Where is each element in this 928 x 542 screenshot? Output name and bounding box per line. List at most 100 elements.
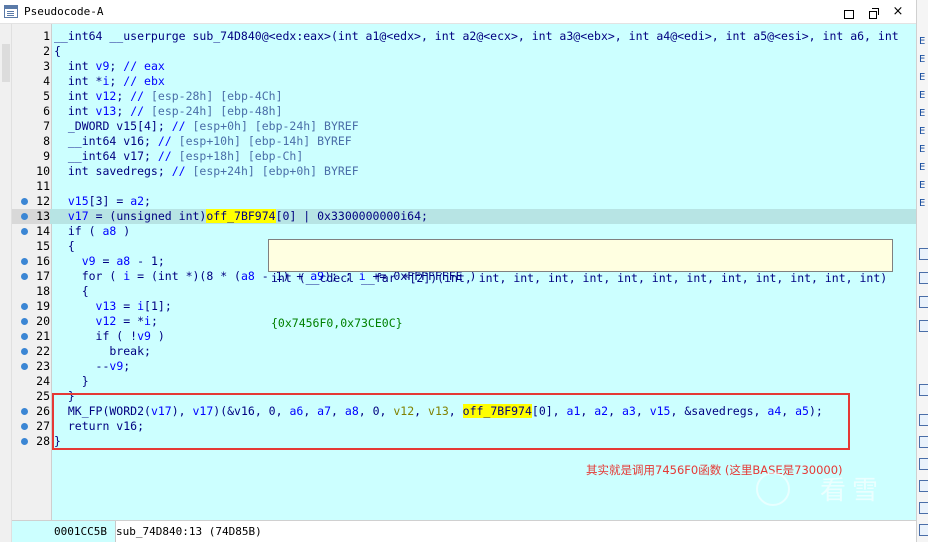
code-line[interactable]: 5 int v12; // [esp-28h] [ebp-4Ch] <box>12 89 916 104</box>
code-token: int <box>54 59 96 73</box>
side-panel-icon[interactable] <box>919 384 928 396</box>
line-number: 16 <box>36 254 50 268</box>
code-token: ; <box>123 359 131 373</box>
code-line[interactable]: 7 _DWORD v15[4]; // [esp+0h] [ebp-24h] B… <box>12 119 916 134</box>
code-line[interactable]: 11 <box>12 179 916 194</box>
code-token: [esp-24h] [ebp-48h] <box>150 104 283 118</box>
code-token: v9 <box>137 329 151 343</box>
line-number: 25 <box>36 389 50 403</box>
line-number: 15 <box>36 239 50 253</box>
code-token: i <box>137 299 145 313</box>
breakpoint-dot-icon[interactable] <box>21 423 28 430</box>
side-panel-icon[interactable] <box>919 320 928 332</box>
side-panel-item[interactable]: E <box>919 198 928 212</box>
side-panel-icon[interactable] <box>919 414 928 426</box>
breakpoint-dot-icon[interactable] <box>21 348 28 355</box>
code-line[interactable]: 23 --v9; <box>12 359 916 374</box>
code-text: v9 = a8 - 1; <box>54 254 165 269</box>
breakpoint-dot-icon[interactable] <box>21 198 28 205</box>
side-panel-icon[interactable] <box>919 272 928 284</box>
side-panel-icon[interactable] <box>919 248 928 260</box>
type-tooltip: int (__cdecl __far *[2])(int, int, int, … <box>268 239 893 330</box>
breakpoint-dot-icon[interactable] <box>21 228 28 235</box>
code-token: = (unsigned int) <box>88 209 207 223</box>
code-line[interactable]: 8 __int64 v16; // [esp+10h] [ebp-14h] BY… <box>12 134 916 149</box>
line-number: 22 <box>36 344 50 358</box>
line-number: 21 <box>36 329 50 343</box>
code-token: ; <box>144 194 151 208</box>
code-line[interactable]: 10 int savedregs; // [esp+24h] [ebp+0h] … <box>12 164 916 179</box>
side-panel-item[interactable]: E <box>919 36 928 50</box>
code-text: int *i; // ebx <box>54 74 165 89</box>
side-panel-item[interactable]: E <box>919 126 928 140</box>
side-panel-item[interactable]: E <box>919 72 928 86</box>
watermark-text: 看雪 <box>820 476 885 506</box>
side-panel-item[interactable]: E <box>919 108 928 122</box>
breakpoint-dot-icon[interactable] <box>21 303 28 310</box>
close-button[interactable]: × <box>890 4 906 20</box>
highlighted-identifier[interactable]: off_7BF974 <box>206 209 276 223</box>
breakpoint-dot-icon[interactable] <box>21 273 28 280</box>
window-titlebar: Pseudocode-A × <box>0 0 916 24</box>
code-token: // <box>130 89 151 103</box>
code-text: int v9; // eax <box>54 59 165 74</box>
breakpoint-dot-icon[interactable] <box>21 213 28 220</box>
side-panel-item[interactable]: E <box>919 144 928 158</box>
line-number: 19 <box>36 299 50 313</box>
restore-button[interactable] <box>866 4 882 20</box>
minimize-button[interactable] <box>840 4 856 20</box>
code-line[interactable]: 14 if ( a8 ) <box>12 224 916 239</box>
code-token: break; <box>54 344 151 358</box>
code-token: v9 <box>95 59 110 73</box>
status-address: 0001CC5B <box>54 525 107 538</box>
side-panel-item[interactable]: E <box>919 90 928 104</box>
side-panel-item[interactable]: E <box>919 180 928 194</box>
line-number: 24 <box>36 374 50 388</box>
side-panel-icon[interactable] <box>919 458 928 470</box>
breakpoint-dot-icon[interactable] <box>21 408 28 415</box>
code-token: // <box>157 134 179 148</box>
side-panel-item[interactable]: E <box>919 54 928 68</box>
right-side-panel: EEEEEEEEEE <box>916 0 928 542</box>
code-token: v15 <box>67 194 89 208</box>
breakpoint-dot-icon[interactable] <box>21 318 28 325</box>
breakpoint-dot-icon[interactable] <box>21 333 28 340</box>
breakpoint-dot-icon[interactable] <box>21 438 28 445</box>
side-panel-icon[interactable] <box>919 502 928 514</box>
code-token: // <box>171 119 193 133</box>
code-line[interactable]: 1 __int64 __userpurge sub_74D840@<edx:eax… <box>12 29 916 44</box>
status-bar: 0001CC5B sub_74D840:13 (74D85B) <box>12 520 916 542</box>
breakpoint-dot-icon[interactable] <box>21 363 28 370</box>
tooltip-values: {0x7456F0,0x73CE0C} <box>271 316 403 330</box>
line-number: 5 <box>43 89 50 103</box>
code-token: ; <box>150 314 158 328</box>
side-panel-icon[interactable] <box>919 524 928 536</box>
code-token: ; <box>116 104 131 118</box>
code-text: __int64 v17; // [esp+18h] [ebp-Ch] <box>54 149 303 164</box>
side-panel-icon[interactable] <box>919 480 928 492</box>
code-line[interactable]: 3 int v9; // eax <box>12 59 916 74</box>
side-panel-icon[interactable] <box>919 436 928 448</box>
code-token: // eax <box>123 59 165 73</box>
line-number: 28 <box>36 434 50 448</box>
code-line[interactable]: 4 int *i; // ebx <box>12 74 916 89</box>
code-text: --v9; <box>54 359 131 374</box>
side-panel-icon[interactable] <box>919 296 928 308</box>
breakpoint-dot-icon[interactable] <box>21 258 28 265</box>
code-token: // <box>130 104 151 118</box>
code-line[interactable]: 24 } <box>12 374 916 389</box>
side-panel-item[interactable]: E <box>919 162 928 176</box>
code-line[interactable]: 9 __int64 v17; // [esp+18h] [ebp-Ch] <box>12 149 916 164</box>
code-line[interactable]: 12 v15[3] = a2; <box>12 194 916 209</box>
code-text: if ( a8 ) <box>54 224 130 239</box>
code-text: v13 = i[1]; <box>54 299 172 314</box>
code-line[interactable]: 2{ <box>12 44 916 59</box>
code-line[interactable]: 6 int v13; // [esp-24h] [ebp-48h] <box>12 104 916 119</box>
code-line[interactable]: 22 break; <box>12 344 916 359</box>
code-token: ; <box>109 59 124 73</box>
code-line[interactable]: 13 v17 = (unsigned int)off_7BF974[0] | 0… <box>12 209 916 224</box>
